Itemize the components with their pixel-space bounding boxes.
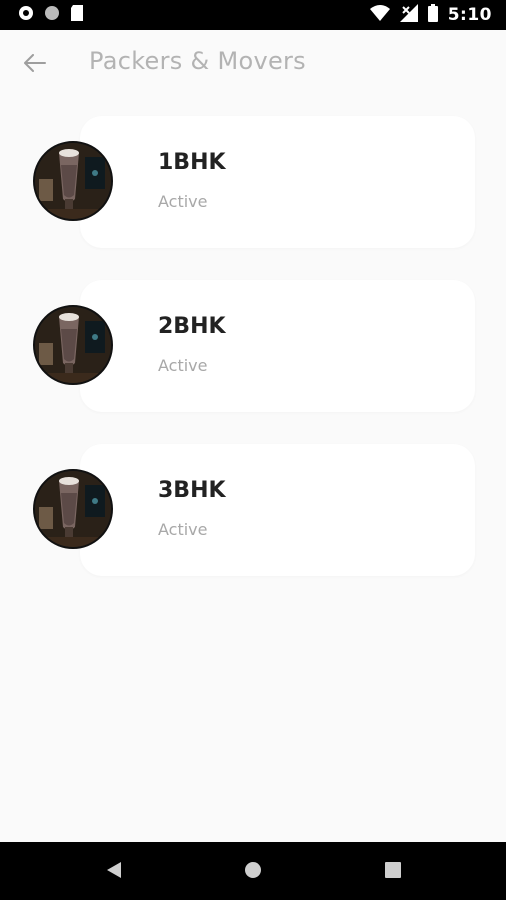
item-title: 3BHK bbox=[158, 478, 226, 503]
nav-recents-button[interactable] bbox=[381, 860, 405, 884]
status-bar-left bbox=[18, 5, 84, 25]
battery-icon bbox=[427, 4, 438, 26]
no-signal-icon bbox=[399, 4, 418, 26]
item-card[interactable] bbox=[80, 280, 475, 412]
item-card[interactable] bbox=[80, 116, 475, 248]
avatar bbox=[33, 305, 113, 385]
sd-card-icon bbox=[70, 5, 84, 25]
list-item[interactable]: 3BHK Active bbox=[0, 444, 506, 576]
avatar bbox=[33, 469, 113, 549]
back-button[interactable] bbox=[20, 52, 50, 78]
nav-home-button[interactable] bbox=[241, 860, 265, 884]
list-item[interactable]: 2BHK Active bbox=[0, 280, 506, 412]
item-title: 1BHK bbox=[158, 150, 226, 175]
item-status: Active bbox=[158, 520, 208, 539]
item-status: Active bbox=[158, 192, 208, 211]
page-title: Packers & Movers bbox=[89, 47, 306, 75]
nav-recents-icon bbox=[384, 861, 402, 883]
avatar bbox=[33, 141, 113, 221]
status-bar-right: 5:10 bbox=[369, 4, 492, 26]
notification-icon bbox=[18, 5, 34, 25]
arrow-back-icon bbox=[24, 54, 46, 76]
list-item[interactable]: 1BHK Active bbox=[0, 116, 506, 248]
nav-back-icon bbox=[105, 860, 123, 884]
circle-icon bbox=[44, 5, 60, 25]
item-title: 2BHK bbox=[158, 314, 226, 339]
navigation-bar bbox=[0, 842, 506, 900]
status-time: 5:10 bbox=[447, 5, 492, 25]
item-status: Active bbox=[158, 356, 208, 375]
nav-home-icon bbox=[243, 860, 263, 884]
app-bar: Packers & Movers bbox=[0, 30, 506, 96]
wifi-icon bbox=[369, 5, 390, 25]
nav-back-button[interactable] bbox=[102, 860, 126, 884]
status-bar: 5:10 bbox=[0, 0, 506, 30]
item-card[interactable] bbox=[80, 444, 475, 576]
